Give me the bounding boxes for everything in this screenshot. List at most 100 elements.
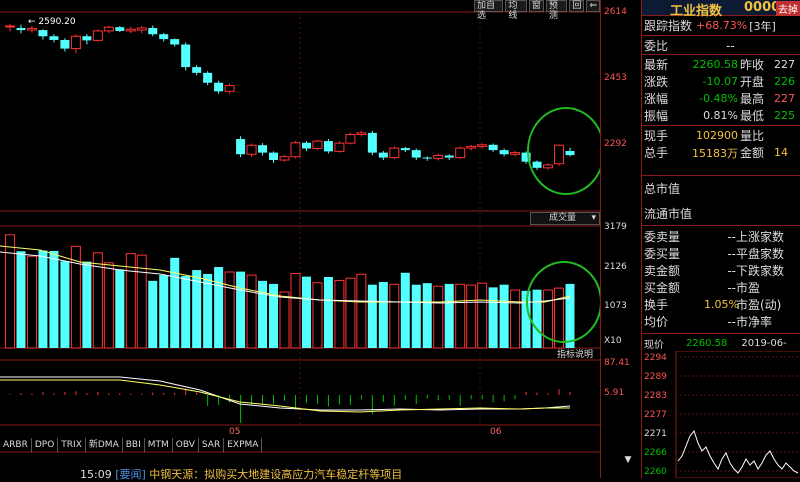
window-button[interactable]: 窗	[528, 0, 544, 12]
candle[interactable]	[290, 142, 301, 158]
candle[interactable]	[345, 134, 356, 144]
candle[interactable]	[367, 132, 377, 153]
indicator-note-link[interactable]: 指标说明	[557, 348, 593, 360]
candle[interactable]	[510, 152, 521, 155]
volume-bar[interactable]	[345, 277, 356, 349]
back-button[interactable]: 回	[569, 0, 585, 12]
volume-bar[interactable]	[38, 250, 48, 348]
volume-bar[interactable]	[356, 273, 367, 349]
candle[interactable]	[5, 25, 15, 28]
candle[interactable]	[565, 150, 575, 156]
volume-bar[interactable]	[82, 261, 92, 348]
tab-trix[interactable]: TRIX	[58, 438, 86, 452]
candle[interactable]	[49, 36, 59, 40]
candle[interactable]	[70, 35, 81, 50]
candle[interactable]	[301, 142, 311, 149]
candle[interactable]	[136, 27, 147, 31]
volume-bar[interactable]	[214, 267, 224, 348]
volume-bar[interactable]	[554, 287, 565, 349]
volume-bar[interactable]	[334, 279, 345, 349]
kline-chart-svg[interactable]: ← 2590.20 05 06 指标说明	[0, 0, 600, 478]
candle[interactable]	[554, 144, 565, 165]
candle[interactable]	[269, 152, 279, 161]
candle[interactable]	[334, 142, 345, 152]
candle[interactable]	[466, 145, 477, 149]
volume-bar[interactable]	[510, 289, 521, 349]
candle[interactable]	[433, 154, 444, 159]
candle[interactable]	[224, 85, 235, 92]
candle[interactable]	[400, 148, 410, 151]
volume-bar[interactable]	[565, 283, 575, 348]
volume-bar[interactable]	[499, 284, 509, 348]
volume-bar[interactable]	[466, 284, 477, 349]
candle[interactable]	[378, 152, 388, 158]
candle[interactable]	[356, 132, 367, 136]
candle[interactable]	[236, 139, 246, 155]
candle[interactable]	[192, 67, 202, 73]
candle[interactable]	[148, 28, 158, 35]
arrow-left-icon[interactable]: ⇐	[586, 0, 600, 12]
volume-bar[interactable]	[246, 274, 257, 349]
news-headline[interactable]: 中钢天源：拟购买大地建设高应力汽车稳定杆等项目	[149, 468, 402, 481]
volume-bar[interactable]	[60, 261, 70, 348]
candle[interactable]	[543, 164, 554, 169]
candle[interactable]	[532, 161, 542, 168]
candle[interactable]	[125, 28, 136, 32]
intraday-mini-chart[interactable]: 2294 2289 2283 2277 2271 2266 2260	[642, 351, 800, 478]
ma-button[interactable]: 均线	[505, 0, 527, 21]
tab-arbr[interactable]: ARBR	[0, 438, 32, 452]
tab-sar[interactable]: SAR	[199, 438, 225, 452]
candle[interactable]	[312, 140, 323, 150]
candle[interactable]	[477, 144, 488, 147]
volume-bar[interactable]	[170, 257, 180, 348]
volume-bar[interactable]	[378, 281, 388, 348]
candle[interactable]	[246, 144, 257, 155]
volume-bar[interactable]	[269, 283, 279, 348]
candle[interactable]	[455, 147, 466, 159]
volume-dropdown[interactable]: 成交量 ▾	[530, 212, 600, 225]
candle[interactable]	[103, 26, 114, 32]
volume-bar[interactable]	[279, 291, 290, 349]
candle[interactable]	[444, 155, 454, 158]
volume-bar[interactable]	[488, 287, 498, 348]
candle[interactable]	[214, 82, 224, 92]
tab-expma[interactable]: EXPMA	[224, 438, 263, 452]
candle[interactable]	[258, 145, 268, 153]
volume-bar[interactable]	[159, 275, 169, 348]
volume-bar[interactable]	[290, 273, 301, 349]
volume-bar[interactable]	[400, 272, 410, 348]
volume-bar[interactable]	[312, 282, 323, 349]
candle[interactable]	[499, 150, 509, 155]
candle[interactable]	[60, 39, 70, 49]
tab-dpo[interactable]: DPO	[32, 438, 59, 452]
candle[interactable]	[488, 144, 498, 151]
candle[interactable]	[92, 30, 103, 41]
volume-bar[interactable]	[444, 283, 454, 348]
volume-bar[interactable]	[224, 271, 235, 349]
volume-bar[interactable]	[411, 284, 421, 348]
tab-mtm[interactable]: MTM	[145, 438, 173, 452]
candle[interactable]	[323, 141, 333, 152]
candle[interactable]	[422, 157, 432, 159]
news-ticker[interactable]: 15:09 [要闻] 中钢天源：拟购买大地建设高应力汽车稳定杆等项目	[80, 466, 402, 482]
volume-bar[interactable]	[422, 283, 432, 348]
candle[interactable]	[389, 147, 400, 159]
volume-bar[interactable]	[433, 285, 444, 349]
candle[interactable]	[115, 27, 125, 31]
volume-bar[interactable]	[455, 283, 466, 349]
volume-bar[interactable]	[367, 284, 377, 348]
candle[interactable]	[170, 39, 180, 45]
candle[interactable]	[16, 28, 26, 31]
volume-bar[interactable]	[532, 289, 542, 348]
volume-bar[interactable]	[103, 262, 114, 349]
tab-bbi[interactable]: BBI	[123, 438, 145, 452]
candle[interactable]	[38, 30, 48, 37]
candle[interactable]	[26, 27, 37, 31]
volume-bar[interactable]	[136, 254, 147, 349]
candle[interactable]	[181, 44, 191, 68]
tab-obv[interactable]: OBV	[173, 438, 199, 452]
volume-bar[interactable]	[203, 273, 213, 348]
volume-bar[interactable]	[477, 282, 488, 349]
candle[interactable]	[279, 156, 290, 161]
volume-bar[interactable]	[258, 280, 268, 348]
